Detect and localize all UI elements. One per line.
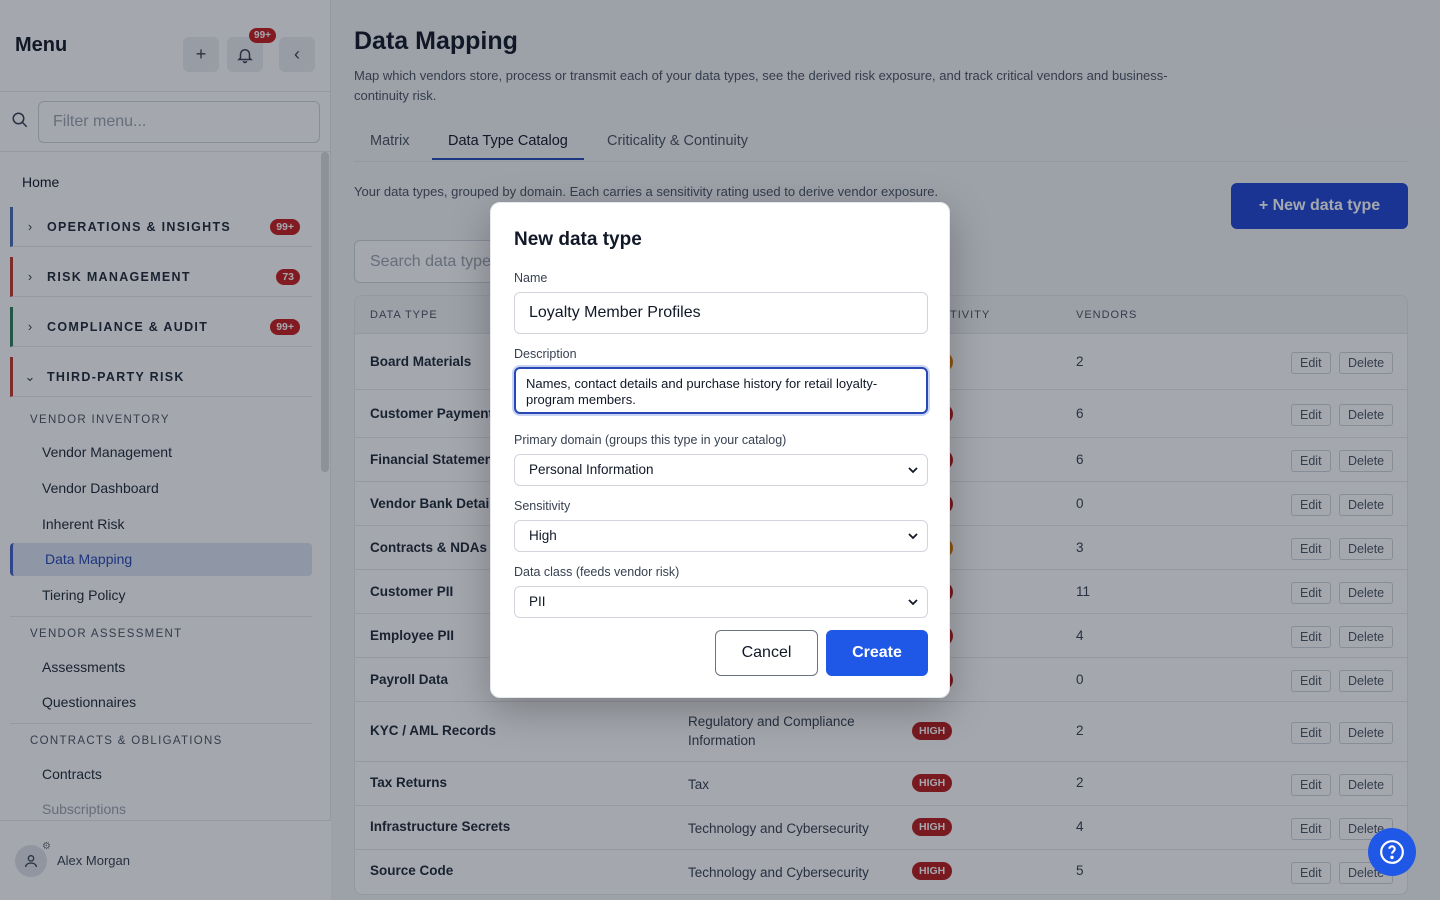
domain-label: Primary domain (groups this type in your… — [514, 433, 787, 447]
chevron-down-icon — [908, 467, 918, 474]
sensitivity-label: Sensitivity — [514, 499, 571, 513]
data-class-select[interactable]: PII — [514, 586, 928, 618]
domain-select-value: Personal Information — [529, 462, 654, 477]
name-field[interactable]: Loyalty Member Profiles — [514, 292, 928, 334]
description-textarea[interactable]: Names, contact details and purchase hist… — [514, 367, 928, 414]
chevron-down-icon — [908, 599, 918, 606]
help-icon — [1380, 840, 1404, 864]
help-button[interactable] — [1368, 828, 1416, 876]
dialog-title: New data type — [514, 229, 642, 250]
sensitivity-select[interactable]: High — [514, 520, 928, 552]
domain-select[interactable]: Personal Information — [514, 454, 928, 486]
data-class-select-value: PII — [529, 594, 546, 609]
data-class-label: Data class (feeds vendor risk) — [514, 565, 680, 579]
description-label: Description — [514, 347, 577, 361]
new-data-type-dialog: New data type Name Loyalty Member Profil… — [490, 202, 950, 698]
chevron-down-icon — [908, 533, 918, 540]
create-button[interactable]: Create — [826, 630, 928, 676]
cancel-button[interactable]: Cancel — [715, 630, 818, 676]
sensitivity-select-value: High — [529, 528, 557, 543]
name-label: Name — [514, 271, 548, 285]
